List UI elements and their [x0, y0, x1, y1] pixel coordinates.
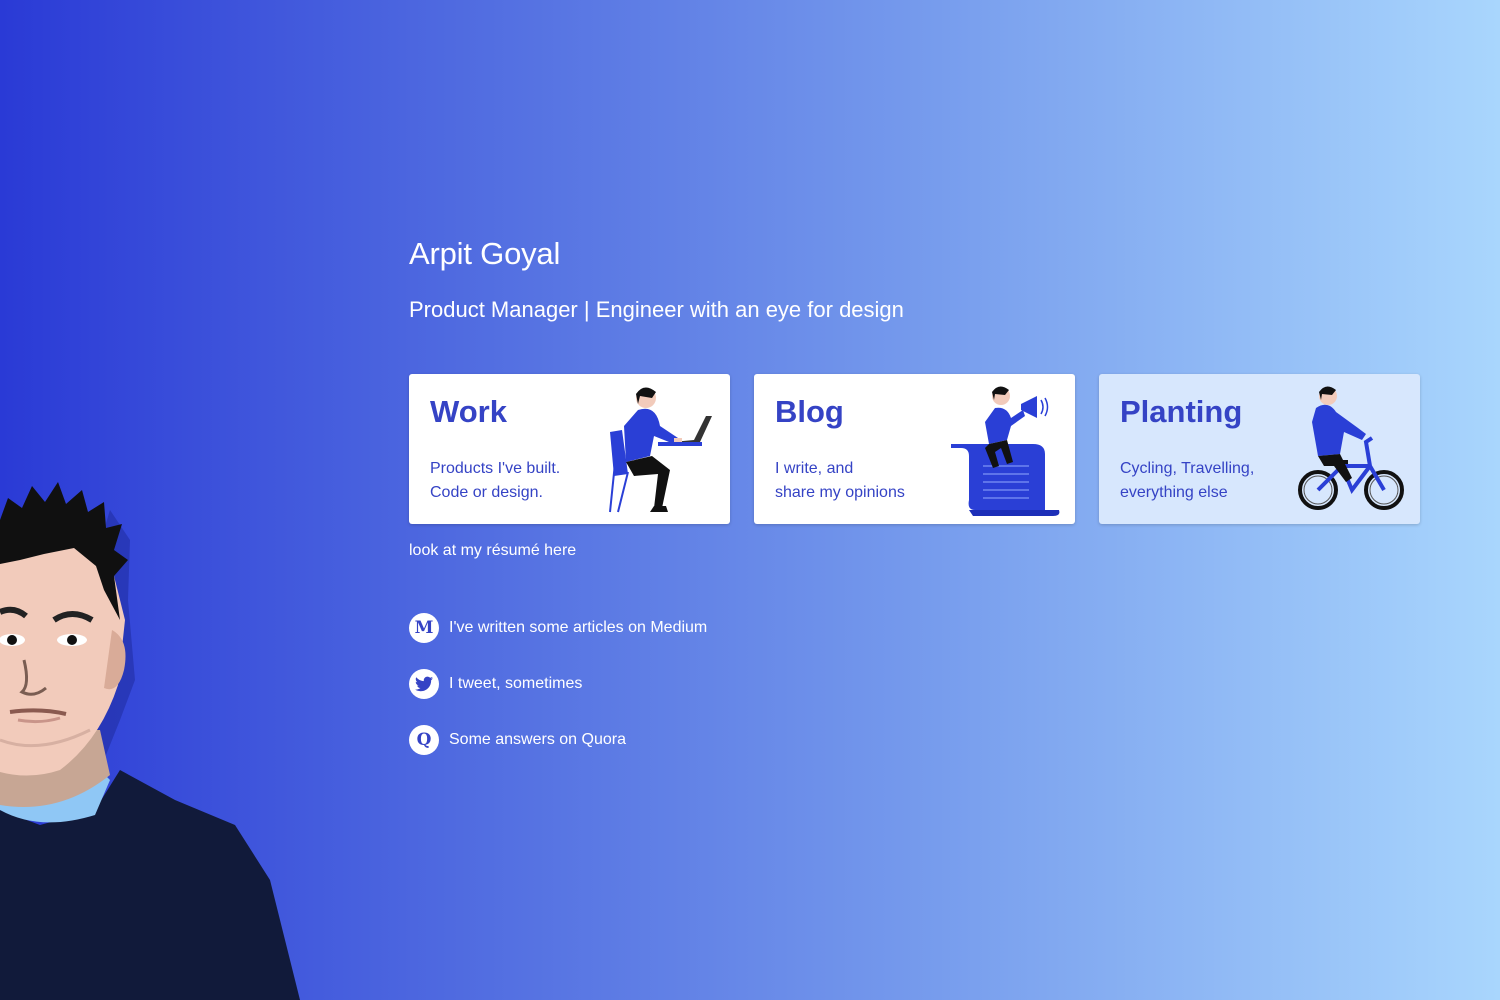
medium-link-label: I've written some articles on Medium [449, 619, 708, 636]
medium-link[interactable]: M I've written some articles on Medium [409, 612, 707, 644]
twitter-icon [409, 669, 439, 699]
card-description-line: Code or design. [430, 484, 543, 501]
planting-card[interactable]: Planting Cycling, Travelling, everything… [1099, 374, 1420, 524]
card-description-line: Cycling, Travelling, [1120, 460, 1255, 477]
medium-icon: M [409, 613, 439, 643]
card-title: Work [430, 394, 507, 429]
work-card[interactable]: Work Products I've built. Code or design… [409, 374, 730, 524]
portrait-illustration [0, 482, 300, 1000]
card-row: Work Products I've built. Code or design… [409, 374, 1421, 524]
card-title: Planting [1120, 394, 1243, 429]
blog-card[interactable]: Blog I write, and share my opinions [754, 374, 1075, 524]
page-title: Arpit Goyal [409, 236, 561, 271]
twitter-link[interactable]: I tweet, sometimes [409, 668, 707, 700]
card-description: I write, and share my opinions [775, 457, 905, 505]
card-title: Blog [775, 394, 844, 429]
card-description-line: I write, and [775, 460, 854, 477]
quora-icon: Q [409, 725, 439, 755]
card-description: Products I've built. Code or design. [430, 457, 560, 505]
person-at-laptop-illustration [609, 387, 712, 513]
card-description-line: Products I've built. [430, 460, 561, 477]
twitter-link-label: I tweet, sometimes [449, 675, 583, 692]
person-on-bicycle-illustration [1298, 386, 1404, 510]
card-description-line: share my opinions [775, 484, 905, 501]
resume-link[interactable]: look at my résumé here [409, 542, 576, 560]
card-description-line: everything else [1120, 484, 1228, 501]
person-with-megaphone-illustration [951, 386, 1060, 516]
tagline: Product Manager | Engineer with an eye f… [409, 297, 904, 322]
quora-link-label: Some answers on Quora [449, 731, 626, 748]
card-description: Cycling, Travelling, everything else [1120, 457, 1254, 505]
social-links: M I've written some articles on Medium I… [409, 612, 707, 780]
quora-link[interactable]: Q Some answers on Quora [409, 724, 707, 756]
